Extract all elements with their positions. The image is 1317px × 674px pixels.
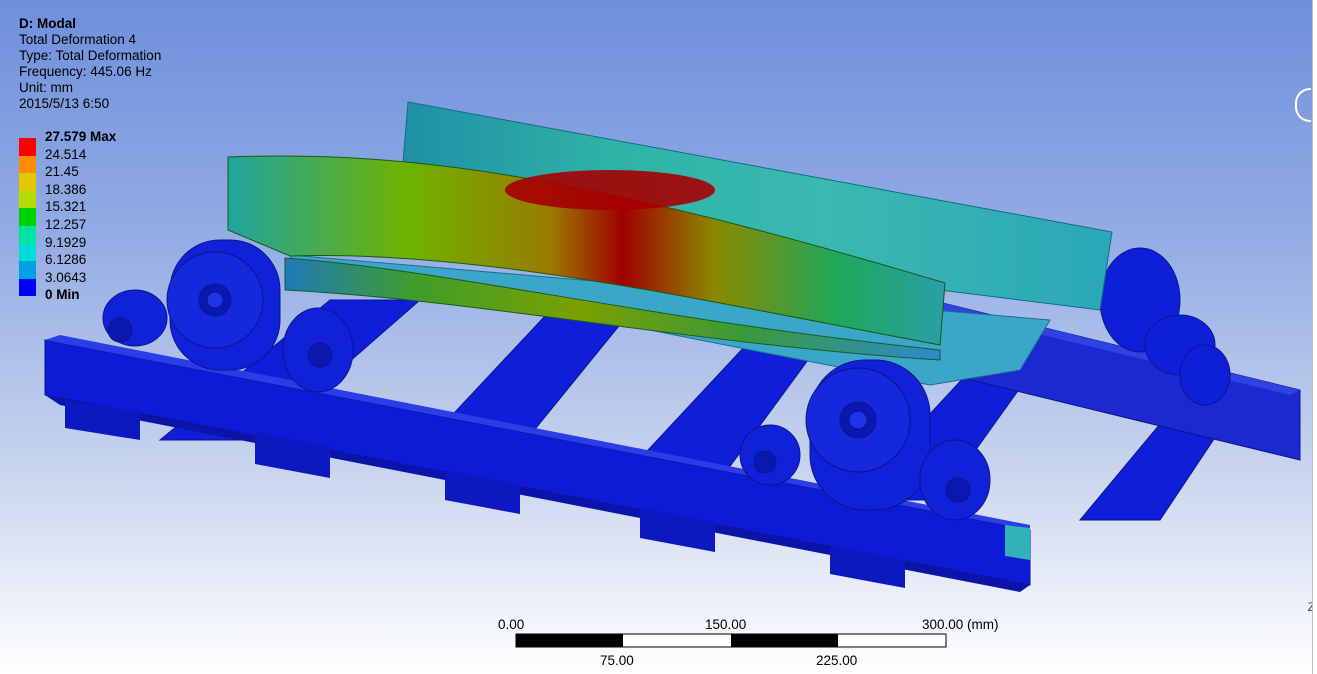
fea-model-view[interactable]	[0, 0, 1317, 674]
viewport-right-edge	[1312, 0, 1317, 674]
scale-label-75: 75.00	[600, 653, 634, 668]
max-deformation-region	[505, 170, 715, 210]
scale-label-225: 225.00	[816, 653, 858, 668]
scale-label-0: 0.00	[498, 617, 525, 632]
graphics-viewport[interactable]: D: Modal Total Deformation 4 Type: Total…	[0, 0, 1317, 674]
scale-label-300: 300.00 (mm)	[922, 617, 999, 632]
scale-label-150: 150.00	[705, 617, 747, 632]
